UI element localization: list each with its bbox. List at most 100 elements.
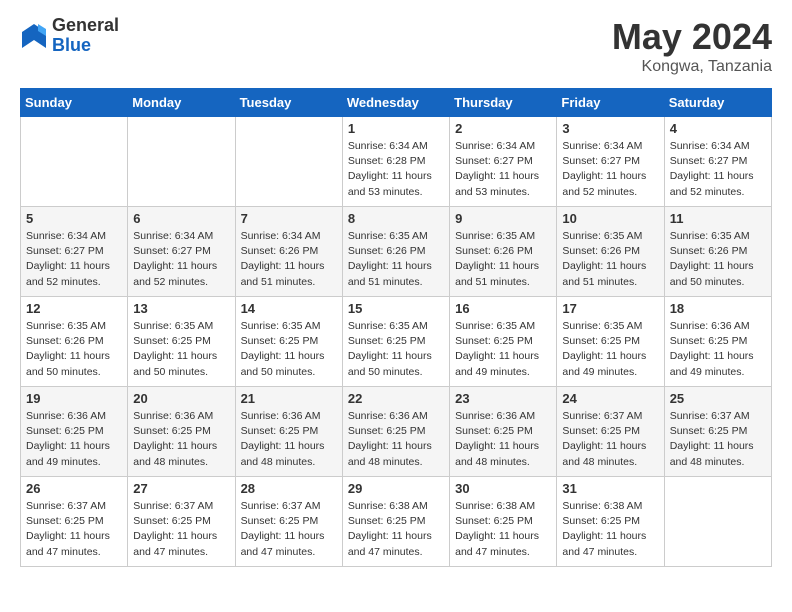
day-cell: 1 Sunrise: 6:34 AM Sunset: 6:28 PM Daylig…: [342, 117, 449, 207]
page: General Blue May 2024 Kongwa, Tanzania S…: [0, 0, 792, 583]
day-cell: 13Sunrise: 6:35 AM Sunset: 6:25 PM Dayli…: [128, 297, 235, 387]
day-number: 21: [241, 391, 337, 406]
day-cell: [235, 117, 342, 207]
day-cell: 10Sunrise: 6:35 AM Sunset: 6:26 PM Dayli…: [557, 207, 664, 297]
col-monday: Monday: [128, 89, 235, 117]
day-cell: 6 Sunrise: 6:34 AM Sunset: 6:27 PM Daylig…: [128, 207, 235, 297]
day-number: 19: [26, 391, 122, 406]
day-cell: 11 Sunrise: 6:35 AM Sunset: 6:26 PM Dayli…: [664, 207, 771, 297]
day-info: Sunrise: 6:36 AM Sunset: 6:25 PM Dayligh…: [26, 409, 122, 470]
day-cell: 4 Sunrise: 6:34 AM Sunset: 6:27 PM Daylig…: [664, 117, 771, 207]
day-number: 12: [26, 301, 122, 316]
location: Kongwa, Tanzania: [612, 58, 772, 76]
day-info: Sunrise: 6:36 AM Sunset: 6:25 PM Dayligh…: [670, 319, 766, 380]
day-info: Sunrise: 6:36 AM Sunset: 6:25 PM Dayligh…: [348, 409, 444, 470]
day-cell: 26Sunrise: 6:37 AM Sunset: 6:25 PM Dayli…: [21, 477, 128, 567]
col-sunday: Sunday: [21, 89, 128, 117]
day-info: Sunrise: 6:37 AM Sunset: 6:25 PM Dayligh…: [26, 499, 122, 560]
col-friday: Friday: [557, 89, 664, 117]
day-info: Sunrise: 6:34 AM Sunset: 6:26 PM Dayligh…: [241, 229, 337, 290]
day-cell: [21, 117, 128, 207]
day-info: Sunrise: 6:35 AM Sunset: 6:26 PM Dayligh…: [670, 229, 766, 290]
month-title: May 2024: [612, 16, 772, 58]
day-number: 6: [133, 211, 229, 226]
day-cell: 30Sunrise: 6:38 AM Sunset: 6:25 PM Dayli…: [450, 477, 557, 567]
day-cell: [128, 117, 235, 207]
day-info: Sunrise: 6:37 AM Sunset: 6:25 PM Dayligh…: [241, 499, 337, 560]
day-cell: 5Sunrise: 6:34 AM Sunset: 6:27 PM Daylig…: [21, 207, 128, 297]
week-row-3: 12Sunrise: 6:35 AM Sunset: 6:26 PM Dayli…: [21, 297, 772, 387]
day-number: 30: [455, 481, 551, 496]
col-saturday: Saturday: [664, 89, 771, 117]
day-info: Sunrise: 6:38 AM Sunset: 6:25 PM Dayligh…: [348, 499, 444, 560]
day-number: 17: [562, 301, 658, 316]
day-info: Sunrise: 6:35 AM Sunset: 6:25 PM Dayligh…: [348, 319, 444, 380]
day-number: 5: [26, 211, 122, 226]
day-number: 28: [241, 481, 337, 496]
calendar-table: Sunday Monday Tuesday Wednesday Thursday…: [20, 88, 772, 567]
logo-text: General Blue: [52, 16, 119, 56]
day-info: Sunrise: 6:34 AM Sunset: 6:27 PM Dayligh…: [455, 139, 551, 200]
day-number: 11: [670, 211, 766, 226]
day-number: 1: [348, 121, 444, 136]
day-info: Sunrise: 6:35 AM Sunset: 6:25 PM Dayligh…: [241, 319, 337, 380]
day-cell: 7 Sunrise: 6:34 AM Sunset: 6:26 PM Daylig…: [235, 207, 342, 297]
week-row-1: 1 Sunrise: 6:34 AM Sunset: 6:28 PM Daylig…: [21, 117, 772, 207]
day-number: 29: [348, 481, 444, 496]
day-info: Sunrise: 6:34 AM Sunset: 6:27 PM Dayligh…: [133, 229, 229, 290]
title-block: May 2024 Kongwa, Tanzania: [612, 16, 772, 76]
day-number: 22: [348, 391, 444, 406]
day-cell: 9Sunrise: 6:35 AM Sunset: 6:26 PM Daylig…: [450, 207, 557, 297]
logo: General Blue: [20, 16, 119, 56]
day-number: 27: [133, 481, 229, 496]
day-info: Sunrise: 6:35 AM Sunset: 6:26 PM Dayligh…: [348, 229, 444, 290]
day-cell: 2 Sunrise: 6:34 AM Sunset: 6:27 PM Daylig…: [450, 117, 557, 207]
day-number: 4: [670, 121, 766, 136]
day-number: 7: [241, 211, 337, 226]
day-info: Sunrise: 6:36 AM Sunset: 6:25 PM Dayligh…: [133, 409, 229, 470]
day-info: Sunrise: 6:36 AM Sunset: 6:25 PM Dayligh…: [241, 409, 337, 470]
day-cell: 17 Sunrise: 6:35 AM Sunset: 6:25 PM Dayli…: [557, 297, 664, 387]
day-info: Sunrise: 6:35 AM Sunset: 6:25 PM Dayligh…: [455, 319, 551, 380]
day-number: 14: [241, 301, 337, 316]
day-number: 31: [562, 481, 658, 496]
day-cell: 23Sunrise: 6:36 AM Sunset: 6:25 PM Dayli…: [450, 387, 557, 477]
col-tuesday: Tuesday: [235, 89, 342, 117]
day-cell: 16 Sunrise: 6:35 AM Sunset: 6:25 PM Dayli…: [450, 297, 557, 387]
day-info: Sunrise: 6:38 AM Sunset: 6:25 PM Dayligh…: [562, 499, 658, 560]
day-cell: 19 Sunrise: 6:36 AM Sunset: 6:25 PM Dayli…: [21, 387, 128, 477]
week-row-4: 19 Sunrise: 6:36 AM Sunset: 6:25 PM Dayli…: [21, 387, 772, 477]
day-cell: 18 Sunrise: 6:36 AM Sunset: 6:25 PM Dayli…: [664, 297, 771, 387]
day-cell: 21 Sunrise: 6:36 AM Sunset: 6:25 PM Dayli…: [235, 387, 342, 477]
col-wednesday: Wednesday: [342, 89, 449, 117]
day-cell: 12Sunrise: 6:35 AM Sunset: 6:26 PM Dayli…: [21, 297, 128, 387]
day-cell: 31 Sunrise: 6:38 AM Sunset: 6:25 PM Dayli…: [557, 477, 664, 567]
day-cell: 3Sunrise: 6:34 AM Sunset: 6:27 PM Daylig…: [557, 117, 664, 207]
day-cell: 8 Sunrise: 6:35 AM Sunset: 6:26 PM Daylig…: [342, 207, 449, 297]
day-info: Sunrise: 6:35 AM Sunset: 6:25 PM Dayligh…: [562, 319, 658, 380]
day-number: 15: [348, 301, 444, 316]
day-cell: 14 Sunrise: 6:35 AM Sunset: 6:25 PM Dayli…: [235, 297, 342, 387]
day-info: Sunrise: 6:37 AM Sunset: 6:25 PM Dayligh…: [133, 499, 229, 560]
day-info: Sunrise: 6:34 AM Sunset: 6:27 PM Dayligh…: [670, 139, 766, 200]
logo-general-text: General: [52, 16, 119, 36]
day-number: 23: [455, 391, 551, 406]
day-number: 16: [455, 301, 551, 316]
day-info: Sunrise: 6:34 AM Sunset: 6:28 PM Dayligh…: [348, 139, 444, 200]
day-cell: 20Sunrise: 6:36 AM Sunset: 6:25 PM Dayli…: [128, 387, 235, 477]
day-number: 8: [348, 211, 444, 226]
day-info: Sunrise: 6:35 AM Sunset: 6:25 PM Dayligh…: [133, 319, 229, 380]
day-cell: 24 Sunrise: 6:37 AM Sunset: 6:25 PM Dayli…: [557, 387, 664, 477]
col-thursday: Thursday: [450, 89, 557, 117]
day-number: 25: [670, 391, 766, 406]
week-row-5: 26Sunrise: 6:37 AM Sunset: 6:25 PM Dayli…: [21, 477, 772, 567]
day-cell: 27 Sunrise: 6:37 AM Sunset: 6:25 PM Dayli…: [128, 477, 235, 567]
day-info: Sunrise: 6:35 AM Sunset: 6:26 PM Dayligh…: [455, 229, 551, 290]
day-cell: 22 Sunrise: 6:36 AM Sunset: 6:25 PM Dayli…: [342, 387, 449, 477]
day-info: Sunrise: 6:37 AM Sunset: 6:25 PM Dayligh…: [562, 409, 658, 470]
day-number: 2: [455, 121, 551, 136]
day-cell: 25Sunrise: 6:37 AM Sunset: 6:25 PM Dayli…: [664, 387, 771, 477]
week-row-2: 5 Sunrise: 6:34 AM Sunset: 6:27 PM Daylig…: [21, 207, 772, 297]
day-number: 24: [562, 391, 658, 406]
day-number: 18: [670, 301, 766, 316]
